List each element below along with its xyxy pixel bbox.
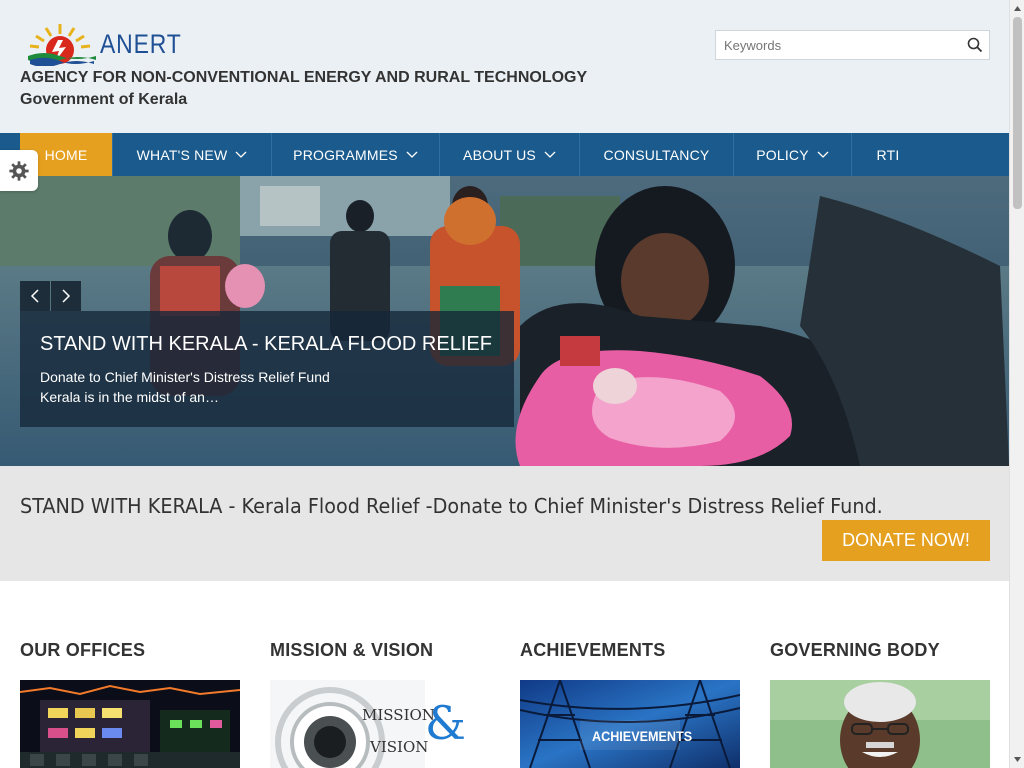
search-icon[interactable] — [967, 37, 983, 53]
slide-caption[interactable]: STAND WITH KERALA - KERALA FLOOD RELIEF … — [20, 311, 514, 427]
scroll-down-arrow-icon[interactable] — [1013, 755, 1022, 764]
nav-label: HOME — [44, 146, 88, 163]
gear-icon — [9, 160, 29, 181]
logo-wordmark[interactable]: ANERT — [100, 29, 182, 60]
nav-label: POLICY — [756, 146, 809, 163]
chevron-down-icon — [406, 151, 418, 158]
nav-programmes[interactable]: PROGRAMMES — [272, 133, 440, 176]
section-title-achievements[interactable]: ACHIEVEMENTS — [520, 640, 665, 661]
slide-title[interactable]: STAND WITH KERALA - KERALA FLOOD RELIEF — [40, 333, 492, 356]
banner-text: STAND WITH KERALA - Kerala Flood Relief … — [20, 494, 883, 518]
donate-now-button[interactable]: DONATE NOW! — [822, 520, 990, 561]
org-subtitle: Government of Kerala — [20, 91, 188, 108]
vision-text: VISION — [370, 738, 429, 756]
nav-whats-new[interactable]: WHAT'S NEW — [113, 133, 272, 176]
org-name: AGENCY FOR NON-CONVENTIONAL ENERGY AND R… — [20, 69, 588, 86]
scroll-up-arrow-icon[interactable] — [1013, 4, 1022, 13]
nav-label: WHAT'S NEW — [136, 146, 228, 163]
slider-prev-button[interactable] — [20, 281, 50, 311]
site-header: ANERT AGENCY FOR NON-CONVENTIONAL ENERGY… — [0, 0, 1009, 133]
chevron-down-icon — [817, 151, 829, 158]
section-title-mission-vision[interactable]: MISSION & VISION — [270, 640, 433, 661]
power-tower-photo — [520, 680, 740, 768]
page-scrollbar[interactable] — [1009, 0, 1024, 768]
main-nav: HOME WHAT'S NEW PROGRAMMES ABOUT US CONS… — [0, 133, 1009, 176]
achievements-image[interactable]: ACHIEVEMENTS — [520, 680, 740, 768]
nav-label: PROGRAMMES — [293, 146, 398, 163]
search-box — [715, 30, 990, 60]
chevron-down-icon — [544, 151, 556, 158]
scrollbar-thumb[interactable] — [1013, 17, 1022, 209]
offices-image[interactable] — [20, 680, 240, 768]
slide-text-line-1: Donate to Chief Minister's Distress Reli… — [40, 369, 330, 385]
donation-banner: STAND WITH KERALA - Kerala Flood Relief … — [0, 466, 1009, 581]
hero-slider: STAND WITH KERALA - KERALA FLOOD RELIEF … — [0, 176, 1009, 466]
nav-label: ABOUT US — [463, 146, 536, 163]
slide-text-line-2: Kerala is in the midst of an… — [40, 389, 219, 405]
mission-vision-image[interactable]: MISSION VISION & — [270, 680, 490, 768]
settings-toggle[interactable] — [0, 150, 38, 191]
offices-photo — [20, 680, 240, 768]
governing-body-image[interactable] — [770, 680, 990, 768]
chevron-left-icon — [30, 289, 39, 303]
nav-about-us[interactable]: ABOUT US — [440, 133, 580, 176]
nav-rti[interactable]: RTI — [852, 133, 924, 176]
chevron-right-icon — [62, 289, 71, 303]
nav-label: RTI — [876, 146, 900, 163]
nav-policy[interactable]: POLICY — [734, 133, 852, 176]
mission-text: MISSION — [362, 706, 435, 724]
nav-consultancy[interactable]: CONSULTANCY — [580, 133, 734, 176]
section-title-our-offices[interactable]: OUR OFFICES — [20, 640, 145, 661]
nav-label: CONSULTANCY — [603, 146, 710, 163]
chevron-down-icon — [235, 151, 247, 158]
ampersand-text: & — [425, 696, 466, 750]
achievements-image-text: ACHIEVEMENTS — [592, 728, 693, 744]
slider-next-button[interactable] — [51, 281, 81, 311]
section-title-governing-body[interactable]: GOVERNING BODY — [770, 640, 940, 661]
search-input[interactable] — [716, 31, 961, 59]
portrait-photo — [770, 680, 990, 768]
sun-logo-icon — [28, 24, 96, 67]
